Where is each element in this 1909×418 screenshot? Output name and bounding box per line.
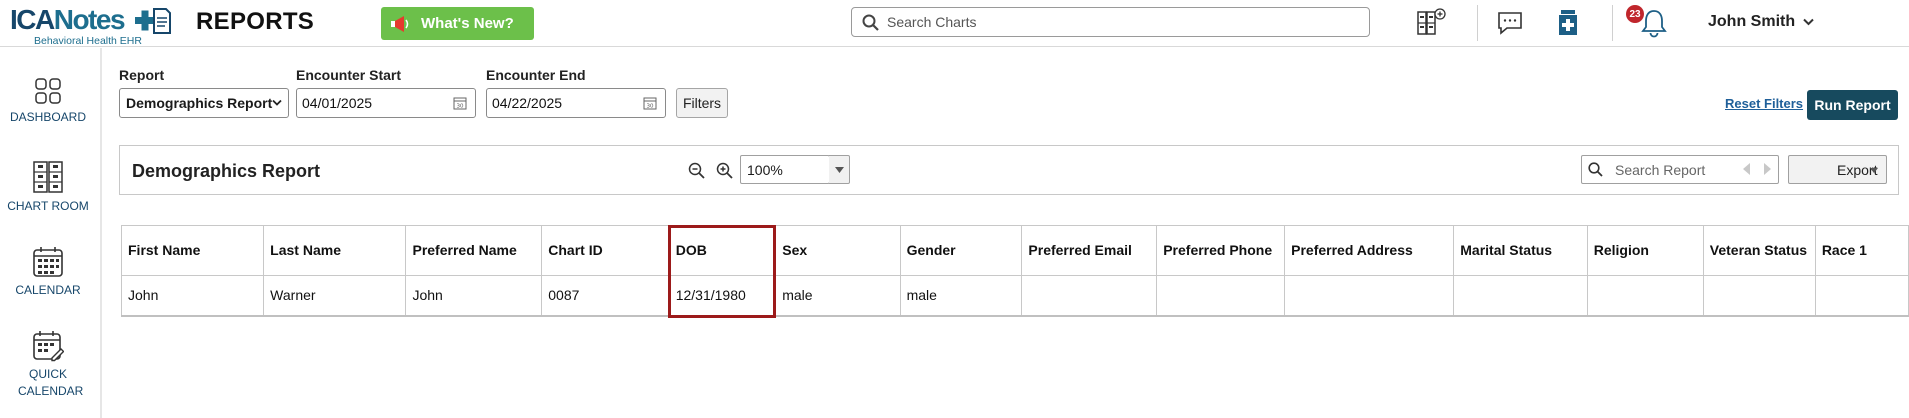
table-cell: John: [120, 275, 265, 317]
toolbar-divider: [1477, 5, 1478, 41]
column-header[interactable]: Veteran Status: [1702, 225, 1816, 276]
toolbar-divider: [1612, 5, 1613, 41]
sidebar-item-quick-calendar[interactable]: QUICK CALENDAR: [0, 330, 96, 400]
messages-icon[interactable]: [1497, 11, 1523, 35]
column-header[interactable]: Last Name: [263, 225, 407, 276]
encounter-start-input[interactable]: [302, 95, 442, 111]
calendar-icon: [33, 247, 63, 277]
zoom-out-icon[interactable]: [688, 162, 705, 179]
prescription-icon[interactable]: [1555, 9, 1581, 37]
sidebar: DASHBOARD CHART ROOM CALENDAR QUICK CALE…: [0, 48, 102, 418]
search-charts-field[interactable]: [851, 7, 1370, 37]
notification-badge: 23: [1626, 5, 1644, 23]
demographics-table: First Name Last Name Preferred Name Char…: [120, 225, 1909, 317]
sidebar-item-label: CHART ROOM: [7, 199, 89, 213]
logo-subtitle: Behavioral Health EHR: [34, 35, 142, 47]
encounter-end-field[interactable]: 30: [486, 88, 666, 118]
filters-button[interactable]: Filters: [676, 88, 728, 118]
table-cell-dob: 12/31/1980: [668, 275, 777, 317]
table-cell: [1156, 275, 1286, 317]
report-toolbar: Demographics Report 100% Export: [119, 145, 1899, 195]
column-header[interactable]: Preferred Address: [1284, 225, 1455, 276]
report-title: Demographics Report: [132, 161, 321, 181]
table-header-row: First Name Last Name Preferred Name Char…: [120, 225, 1909, 276]
svg-text:30: 30: [457, 104, 464, 110]
zoom-dropdown-button[interactable]: [829, 155, 850, 184]
whats-new-button[interactable]: What's New?: [381, 7, 534, 40]
report-label: Report: [119, 67, 165, 83]
sidebar-item-label: DASHBOARD: [9, 110, 86, 124]
column-header[interactable]: Chart ID: [541, 225, 670, 276]
caret-down-icon: [1870, 168, 1878, 173]
next-match-icon[interactable]: [1763, 163, 1771, 175]
encounter-end-label: Encounter End: [486, 67, 586, 83]
top-bar: ICANotes Behavioral Health EHR REPORTS W…: [0, 0, 1909, 47]
table-cell: [1586, 275, 1704, 317]
search-icon: [862, 14, 879, 31]
encounter-start-label: Encounter Start: [296, 67, 402, 83]
dashboard-icon: [35, 78, 61, 104]
user-menu[interactable]: John Smith: [1708, 13, 1814, 31]
column-header[interactable]: First Name: [120, 225, 265, 276]
table-cell: 0087: [541, 275, 670, 317]
column-header-dob[interactable]: DOB: [668, 225, 777, 276]
column-header[interactable]: Preferred Email: [1021, 225, 1158, 276]
column-header[interactable]: Race 1: [1814, 225, 1909, 276]
column-header[interactable]: Marital Status: [1453, 225, 1588, 276]
report-select[interactable]: Demographics Report: [119, 88, 289, 118]
caret-down-icon: [835, 167, 844, 173]
reset-filters-link[interactable]: Reset Filters: [1725, 96, 1803, 111]
column-header[interactable]: Sex: [775, 225, 901, 276]
logo-text: ICANotes: [10, 4, 126, 35]
column-header[interactable]: Preferred Phone: [1156, 225, 1286, 276]
sidebar-item-label: QUICK CALENDAR: [18, 367, 84, 398]
table-cell: [1021, 275, 1158, 317]
encounter-end-input[interactable]: [492, 95, 632, 111]
previous-match-icon[interactable]: [1743, 163, 1751, 175]
column-header[interactable]: Gender: [899, 225, 1023, 276]
logo-plus-icon: [135, 8, 171, 34]
encounter-start-field[interactable]: 30: [296, 88, 476, 118]
app-logo[interactable]: ICANotes Behavioral Health EHR: [10, 4, 171, 47]
table-cell: John: [405, 275, 543, 317]
table-cell: male: [775, 275, 901, 317]
chart-lockers-icon[interactable]: [1416, 8, 1448, 38]
user-name: John Smith: [1708, 13, 1796, 30]
zoom-level-field[interactable]: 100%: [740, 155, 830, 184]
run-report-button[interactable]: Run Report: [1807, 90, 1898, 120]
search-icon: [1588, 162, 1603, 177]
table-cell: [1814, 275, 1909, 317]
table-cell: male: [899, 275, 1023, 317]
table-cell: Warner: [263, 275, 407, 317]
chevron-down-icon: [272, 99, 282, 106]
calendar-picker-icon[interactable]: 30: [643, 96, 657, 110]
sidebar-item-label: CALENDAR: [15, 283, 81, 297]
megaphone-icon: [391, 15, 409, 32]
search-report-input[interactable]: [1615, 161, 1735, 178]
table-cell: [1284, 275, 1455, 317]
column-header[interactable]: Religion: [1586, 225, 1704, 276]
export-button[interactable]: Export: [1788, 155, 1887, 184]
table-cell: [1453, 275, 1588, 317]
sidebar-item-chart-room[interactable]: CHART ROOM: [0, 160, 96, 215]
bell-icon[interactable]: [1640, 8, 1668, 38]
sidebar-item-calendar[interactable]: CALENDAR: [0, 246, 96, 299]
svg-text:30: 30: [647, 104, 654, 110]
chevron-down-icon: [1803, 18, 1814, 26]
report-select-value: Demographics Report: [126, 95, 273, 111]
search-charts-input[interactable]: [887, 14, 1347, 30]
chart-room-icon: [33, 161, 63, 193]
column-header[interactable]: Preferred Name: [405, 225, 543, 276]
sidebar-item-dashboard[interactable]: DASHBOARD: [0, 77, 96, 126]
table-cell: [1702, 275, 1816, 317]
page-title: REPORTS: [196, 8, 315, 35]
quick-calendar-icon: [33, 331, 64, 362]
calendar-picker-icon[interactable]: 30: [453, 96, 467, 110]
zoom-in-icon[interactable]: [716, 162, 733, 179]
table-row[interactable]: John Warner John 0087 12/31/1980 male ma…: [120, 275, 1909, 317]
whats-new-label: What's New?: [421, 15, 514, 32]
